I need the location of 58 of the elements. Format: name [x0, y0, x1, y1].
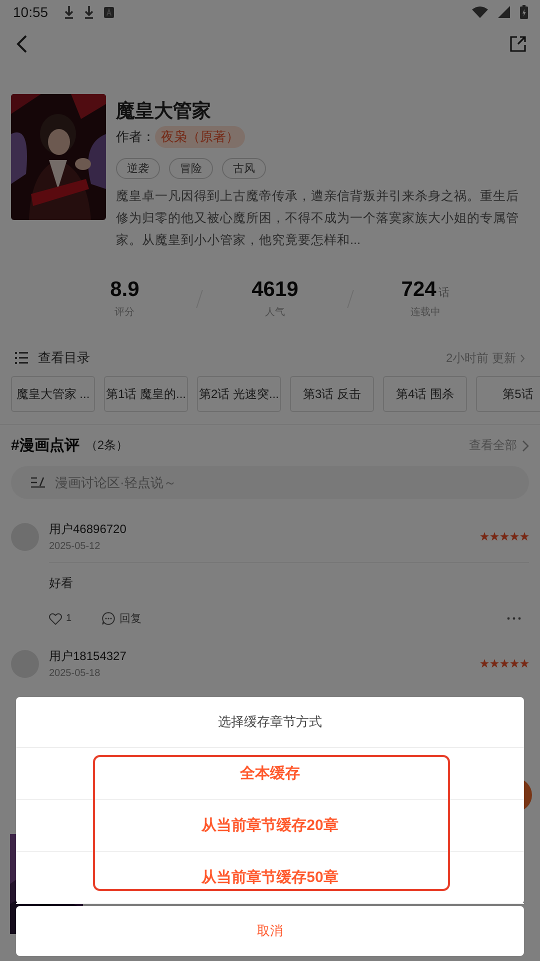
- user-name: 用户18154327: [49, 648, 128, 665]
- signal-icon: [498, 6, 510, 18]
- star-icon: [500, 659, 509, 668]
- app-store-icon: [104, 6, 114, 18]
- stat-value: 8.9: [110, 278, 140, 302]
- comment-text: 好看: [49, 575, 74, 592]
- author-link[interactable]: 夜枭（原著）: [155, 126, 245, 148]
- star-icon: [520, 532, 529, 541]
- option-button[interactable]: 全本缓存: [16, 748, 524, 800]
- genre-tag[interactable]: 逆袭: [116, 158, 160, 179]
- stat-value: 4619: [252, 278, 298, 302]
- option-button[interactable]: 从当前章节缓存20章: [16, 800, 524, 852]
- star-icon: [510, 532, 519, 541]
- genre-tag[interactable]: 冒险: [169, 158, 213, 179]
- wifi-icon: [472, 6, 488, 18]
- option-button[interactable]: 从当前章节缓存50章: [16, 852, 524, 904]
- reply-button[interactable]: 回复: [120, 611, 142, 626]
- chapter-button[interactable]: 第1话 魔皇的...: [104, 376, 188, 412]
- chapter-button[interactable]: 第4话 围杀: [383, 376, 467, 412]
- comment-date: 2025-05-12: [49, 541, 102, 552]
- star-icon: [510, 659, 519, 668]
- cancel-button[interactable]: 取消: [16, 906, 524, 956]
- star-icon: [490, 659, 499, 668]
- genre-tag[interactable]: 古风: [222, 158, 266, 179]
- review-count: （2条）: [85, 437, 128, 454]
- chapter-button[interactable]: 第2话 光速突...: [197, 376, 281, 412]
- speech-bubble-icon[interactable]: [102, 612, 115, 625]
- download-icon: [84, 5, 94, 19]
- chapter-button[interactable]: 第3话 反击: [290, 376, 374, 412]
- chapter-button[interactable]: 魔皇大管家 ...: [11, 376, 95, 412]
- status-time: 10:55: [13, 4, 48, 20]
- star-icon: [500, 532, 509, 541]
- star-icon: [490, 532, 499, 541]
- star-icon: [480, 532, 489, 541]
- edit-icon: [31, 477, 45, 488]
- stat-value: 724: [401, 278, 436, 302]
- stat-unit: 话: [438, 286, 450, 300]
- chapter-button[interactable]: 第5话: [476, 376, 540, 412]
- user-name: 用户46896720: [49, 521, 128, 538]
- description: 魔皇卓一凡因得到上古魔帝传承，遭亲信背叛并引来杀身之祸。重生后修为归零的他又被心魔所困，不得不成为一个落寞家族大小姐的专属管家。从魔皇到小小管家，他究竟要怎样和...: [116, 188, 520, 249]
- section-title: #漫画点评: [11, 436, 80, 455]
- comment-date: 2025-05-18: [49, 668, 102, 679]
- heart-icon[interactable]: [49, 612, 62, 624]
- like-count: 1: [66, 613, 72, 624]
- star-icon: [520, 659, 529, 668]
- chevron-right-icon: [520, 354, 525, 362]
- list-icon: [15, 352, 28, 364]
- author-label: 作者：: [116, 128, 155, 146]
- battery-icon: [520, 5, 528, 19]
- chevron-right-icon: [522, 440, 529, 452]
- download-icon: [64, 5, 74, 19]
- share-icon[interactable]: [510, 36, 526, 52]
- catalog-link[interactable]: 查看目录: [38, 349, 90, 367]
- back-icon[interactable]: [16, 35, 28, 53]
- dialog-title: 选择缓存章节方式: [16, 697, 524, 748]
- comic-title: 魔皇大管家: [116, 100, 212, 124]
- star-icon: [480, 659, 489, 668]
- more-icon[interactable]: [507, 617, 521, 620]
